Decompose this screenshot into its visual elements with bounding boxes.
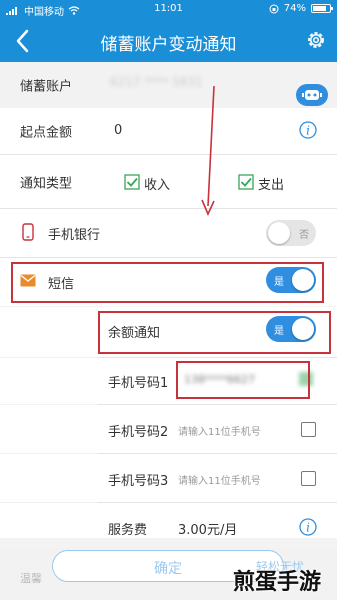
highlight-box xyxy=(176,361,310,399)
highlight-box xyxy=(98,311,331,354)
notify-type-row: 通知类型 收入 支出 xyxy=(0,155,337,208)
phone3-input[interactable]: 请输入11位手机号 xyxy=(178,472,261,487)
mobile-banking-toggle[interactable]: 否 xyxy=(266,220,316,246)
watermark-text: 煎蛋手游 xyxy=(233,570,322,595)
phone2-checkbox[interactable] xyxy=(301,422,316,437)
phone2-label: 手机号码2 xyxy=(108,425,169,440)
toggle-state-label: 否 xyxy=(299,230,309,241)
orientation-lock-icon xyxy=(269,4,279,13)
notify-type-label: 通知类型 xyxy=(20,176,73,191)
info-icon[interactable]: i xyxy=(299,518,317,536)
fee-value: 3.00元/月 xyxy=(178,523,238,538)
svg-text:i: i xyxy=(306,521,310,535)
phone2-row: 手机号码2 请输入11位手机号 xyxy=(0,405,337,453)
phone3-label: 手机号码3 xyxy=(108,474,169,489)
fee-label: 服务费 xyxy=(108,523,148,538)
mobile-banking-row: 手机银行 否 xyxy=(0,209,337,257)
status-bar: 中国移动 11:01 74% xyxy=(0,0,337,20)
battery-icon xyxy=(311,4,333,13)
income-label: 收入 xyxy=(144,178,171,193)
start-amount-label: 起点金额 xyxy=(20,125,73,141)
account-label: 储蓄账户 xyxy=(20,79,73,95)
gear-icon[interactable] xyxy=(305,29,327,51)
expense-checkbox[interactable] xyxy=(238,174,254,194)
income-checkbox[interactable] xyxy=(124,174,140,194)
robot-assistant-icon[interactable] xyxy=(296,84,328,106)
info-icon[interactable]: i xyxy=(299,121,317,139)
page-title: 储蓄账户变动通知 xyxy=(100,35,237,55)
phone-icon xyxy=(22,223,34,241)
phone3-checkbox[interactable] xyxy=(301,471,316,486)
checked-box-icon xyxy=(238,174,254,190)
start-amount-value[interactable]: 0 xyxy=(114,123,122,138)
annotation-arrow-icon xyxy=(201,85,215,216)
highlight-box xyxy=(11,262,324,303)
nav-bar: 储蓄账户变动通知 xyxy=(0,20,337,62)
svg-text:i: i xyxy=(306,124,310,138)
start-amount-row: 起点金额 0 i xyxy=(0,108,337,154)
account-row: 储蓄账户 6217 **** 5831 xyxy=(0,62,337,108)
account-number: 6217 **** 5831 xyxy=(110,75,203,89)
expense-label: 支出 xyxy=(258,178,285,193)
checked-box-icon xyxy=(124,174,140,190)
phone3-row: 手机号码3 请输入11位手机号 xyxy=(0,454,337,502)
battery-percent: 74% xyxy=(283,3,306,14)
footer-left-text: 温馨 xyxy=(20,572,42,585)
phone2-input[interactable]: 请输入11位手机号 xyxy=(178,423,261,438)
mobile-banking-label: 手机银行 xyxy=(48,228,101,243)
phone1-label: 手机号码1 xyxy=(108,376,169,391)
